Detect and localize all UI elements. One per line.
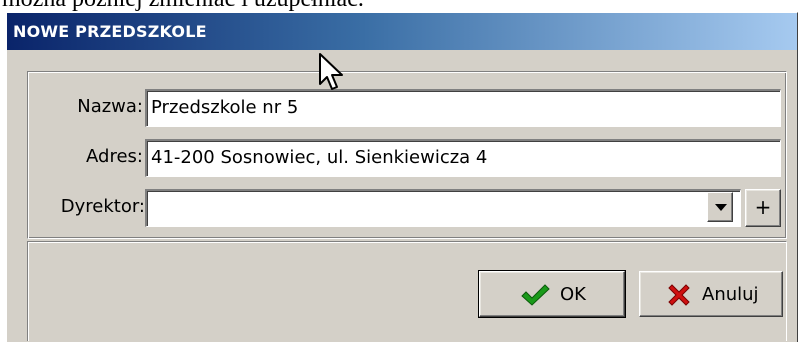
name-label: Nazwa: <box>77 96 143 117</box>
address-field[interactable]: 41-200 Sosnowiec, ul. Sienkiewicza 4 <box>145 139 781 177</box>
chevron-down-icon[interactable] <box>707 192 733 222</box>
mouse-cursor-icon <box>319 53 343 90</box>
add-director-label: + <box>754 195 772 219</box>
dialog-window: NOWE PRZEDSZKOLE Nazwa: Przedszkole nr 5… <box>6 12 798 342</box>
name-field[interactable]: Przedszkole nr 5 <box>145 89 781 127</box>
cancel-label: Anuluj <box>702 284 759 305</box>
dialog-titlebar[interactable]: NOWE PRZEDSZKOLE <box>7 13 797 50</box>
close-icon <box>668 284 690 306</box>
add-director-button[interactable]: + <box>745 189 781 227</box>
ok-button[interactable]: OK <box>478 270 626 318</box>
document-caption-fragment: można później zmieniać i uzupełniać. <box>0 0 804 12</box>
address-label: Adres: <box>86 146 143 167</box>
ok-label: OK <box>560 284 586 305</box>
director-label: Dyrektor: <box>60 196 145 217</box>
director-select[interactable] <box>145 189 741 227</box>
cancel-button[interactable]: Anuluj <box>639 271 783 317</box>
dialog-title: NOWE PRZEDSZKOLE <box>13 22 207 41</box>
checkmark-icon <box>521 284 550 306</box>
caption-text: można później zmieniać i uzupełniać. <box>2 0 364 12</box>
